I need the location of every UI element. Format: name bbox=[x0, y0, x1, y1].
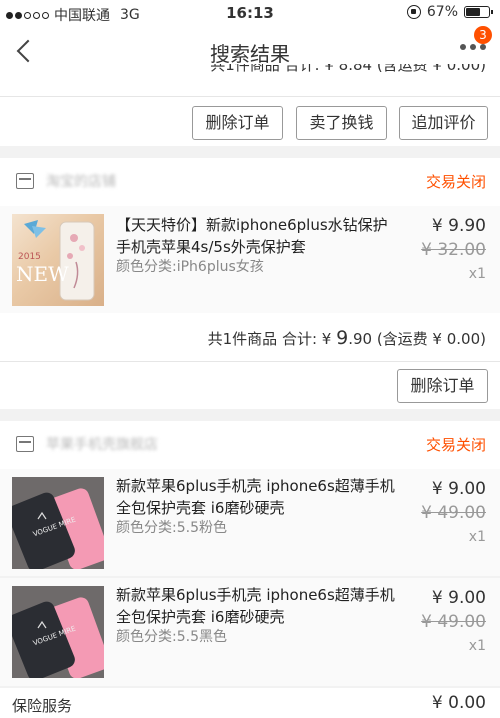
product-price: ¥ 9.00 bbox=[431, 588, 486, 608]
product-attribute: 颜色分类:5.5黑色 bbox=[116, 629, 227, 645]
product-thumbnail: VOGUE MIRE bbox=[12, 477, 104, 569]
product-title: 新款苹果6plus手机壳 iphone6s超薄手机全包保护壳套 i6磨砂硬壳 bbox=[116, 586, 395, 626]
more-dots-icon bbox=[460, 44, 486, 50]
insurance-price: ¥ 0.00 bbox=[431, 693, 486, 713]
shop-header[interactable]: 淘宝的店铺 交易关闭 bbox=[0, 158, 500, 206]
battery-percent: 67% bbox=[426, 4, 458, 20]
product-thumbnail: 2015 NEW bbox=[12, 214, 104, 306]
insurance-row: 保险服务 ¥ 0.00 bbox=[0, 688, 500, 718]
shop-header[interactable]: 苹果手机壳旗舰店 交易关闭 bbox=[0, 421, 500, 469]
product-attribute: 颜色分类:5.5粉色 bbox=[116, 520, 227, 536]
order-status: 交易关闭 bbox=[425, 173, 486, 191]
product-price: ¥ 9.00 bbox=[431, 479, 486, 499]
insurance-label: 保险服务 bbox=[12, 697, 73, 715]
product-price: ¥ 9.90 bbox=[431, 216, 486, 236]
page-title: 搜索结果 bbox=[210, 42, 290, 66]
shop-name: 苹果手机壳旗舰店 bbox=[46, 437, 158, 453]
delete-order-button[interactable]: 删除订单 bbox=[192, 106, 283, 140]
status-bar: 中国联通 3G 16:13 67% bbox=[0, 0, 500, 26]
product-thumbnail: VOGUE MIRE bbox=[12, 586, 104, 678]
divider bbox=[0, 361, 500, 362]
product-original-price: ¥ 49.00 bbox=[421, 503, 486, 523]
product-title: 【天天特价】新款iphone6plus水钻保护手机壳苹果4s/5s外壳保护套 bbox=[116, 216, 388, 256]
product-title: 新款苹果6plus手机壳 iphone6s超薄手机全包保护壳套 i6磨砂硬壳 bbox=[116, 477, 395, 517]
shop-name: 淘宝的店铺 bbox=[46, 174, 116, 190]
shop-icon bbox=[16, 173, 34, 189]
product-original-price: ¥ 32.00 bbox=[421, 240, 486, 260]
order-summary: 共1件商品 合计: ¥ 9.90 (含运费 ¥ 0.00) bbox=[207, 327, 486, 349]
order-item[interactable]: VOGUE MIRE 新款苹果6plus手机壳 iphone6s超薄手机全包保护… bbox=[0, 578, 500, 686]
order-item[interactable]: VOGUE MIRE 新款苹果6plus手机壳 iphone6s超薄手机全包保护… bbox=[0, 469, 500, 576]
resell-button[interactable]: 卖了换钱 bbox=[296, 106, 387, 140]
thumb-new-text: NEW bbox=[16, 262, 69, 286]
add-review-button[interactable]: 追加评价 bbox=[399, 106, 488, 140]
order-footer: 共1件商品 合计: ¥ 9.90 (含运费 ¥ 0.00) 删除订单 bbox=[0, 313, 500, 409]
status-right: 67% bbox=[406, 4, 493, 20]
order-summary-partial: 共1件商品 合计: ¥ 8.84 (含运费 ¥ 0.00) bbox=[210, 64, 486, 74]
product-quantity: x1 bbox=[468, 638, 486, 654]
product-original-price: ¥ 49.00 bbox=[421, 612, 486, 632]
thumb-year-text: 2015 bbox=[18, 252, 41, 262]
orientation-lock-icon bbox=[406, 5, 421, 19]
shop-icon bbox=[16, 436, 34, 452]
order-status: 交易关闭 bbox=[425, 436, 486, 454]
order-item[interactable]: 2015 NEW 【天天特价】新款iphone6plus水钻保护手机壳苹果4s/… bbox=[0, 206, 500, 313]
product-attribute: 颜色分类:iPh6plus女孩 bbox=[116, 259, 264, 275]
product-quantity: x1 bbox=[468, 529, 486, 545]
order-card-top: 共1件商品 合计: ¥ 8.84 (含运费 ¥ 0.00) 删除订单 卖了换钱 … bbox=[0, 64, 500, 146]
delete-order-button[interactable]: 删除订单 bbox=[397, 369, 488, 403]
divider bbox=[0, 96, 500, 97]
notification-badge: 3 bbox=[474, 26, 492, 44]
battery-icon bbox=[464, 6, 493, 18]
product-quantity: x1 bbox=[468, 266, 486, 282]
